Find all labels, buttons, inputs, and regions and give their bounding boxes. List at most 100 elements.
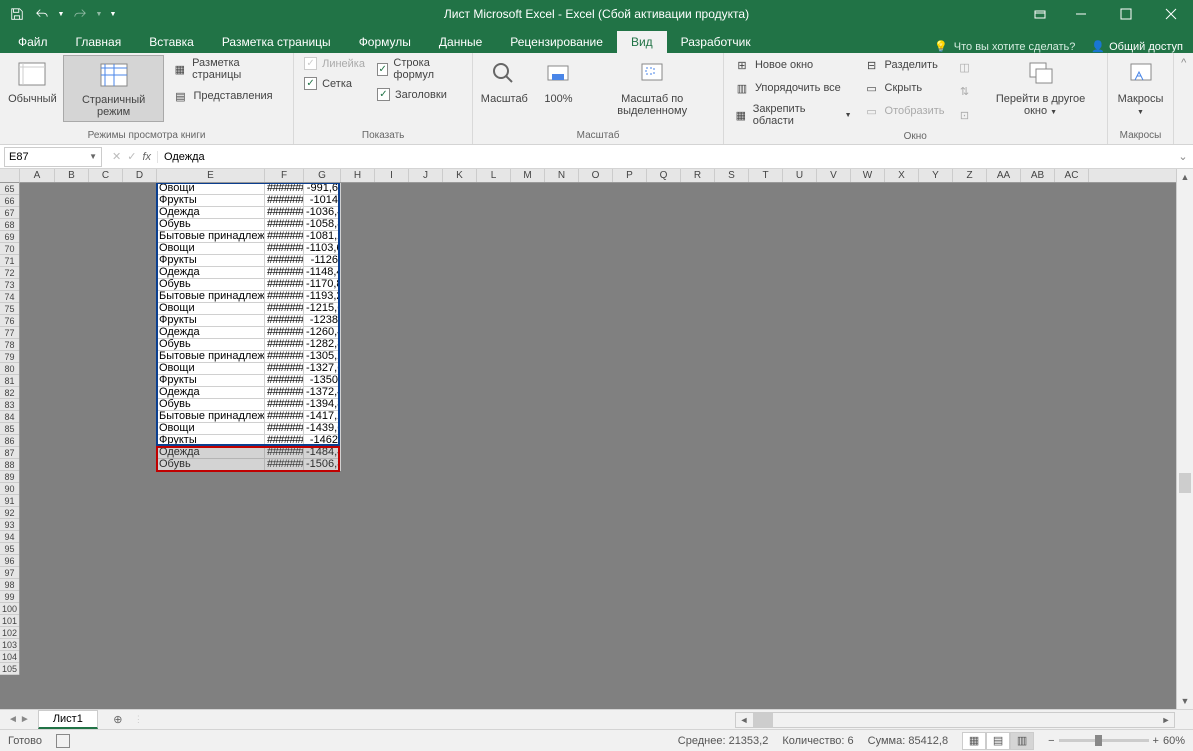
redo-dropdown-icon[interactable]: ▼ (94, 3, 104, 25)
macro-record-icon[interactable] (56, 734, 70, 748)
macros-button[interactable]: Макросы▼ (1114, 55, 1168, 122)
row-header[interactable]: 88 (0, 459, 19, 471)
column-header[interactable]: U (783, 169, 817, 182)
zoom-in-button[interactable]: + (1153, 735, 1159, 747)
row-header[interactable]: 76 (0, 315, 19, 327)
zoom-button[interactable]: Масштаб (479, 55, 529, 108)
column-header[interactable]: N (545, 169, 579, 182)
column-header[interactable]: AA (987, 169, 1021, 182)
column-header[interactable]: R (681, 169, 715, 182)
column-header[interactable]: F (265, 169, 304, 182)
tell-me-search[interactable]: 💡 Что вы хотите сделать? (934, 40, 1075, 53)
tab-insert[interactable]: Вставка (135, 31, 208, 53)
fx-icon[interactable]: fx (142, 151, 151, 163)
row-header[interactable]: 80 (0, 363, 19, 375)
row-header[interactable]: 94 (0, 531, 19, 543)
row-header[interactable]: 71 (0, 255, 19, 267)
column-header[interactable]: AC (1055, 169, 1089, 182)
split-button[interactable]: ⊟Разделить (860, 55, 949, 75)
scroll-left-icon[interactable]: ◄ (736, 715, 752, 725)
column-header[interactable]: M (511, 169, 545, 182)
normal-view-button[interactable]: Обычный (6, 55, 59, 108)
zoom-selection-button[interactable]: Масштаб по выделенному (587, 55, 716, 120)
row-header[interactable]: 90 (0, 483, 19, 495)
add-sheet-button[interactable]: ⊕ (108, 710, 128, 730)
sheet-prev-icon[interactable]: ◄ (8, 714, 18, 725)
column-header[interactable]: B (55, 169, 89, 182)
scroll-thumb[interactable] (1179, 473, 1191, 493)
undo-dropdown-icon[interactable]: ▼ (56, 3, 66, 25)
column-header[interactable]: Y (919, 169, 953, 182)
column-header[interactable]: J (409, 169, 443, 182)
page-break-shortcut[interactable]: ▥ (1010, 732, 1034, 750)
worksheet-grid[interactable]: ABCDEFGHIJKLMNOPQRSTUVWXYZAAABAC 6566676… (0, 169, 1193, 709)
row-header[interactable]: 101 (0, 615, 19, 627)
column-header[interactable]: Z (953, 169, 987, 182)
row-header[interactable]: 102 (0, 627, 19, 639)
tab-file[interactable]: Файл (4, 31, 62, 53)
row-header[interactable]: 87 (0, 447, 19, 459)
row-headers[interactable]: 6566676869707172737475767778798081828384… (0, 183, 20, 675)
zoom-100-button[interactable]: 100% (533, 55, 583, 108)
switch-windows-button[interactable]: Перейти в другое окно ▼ (981, 55, 1101, 122)
scroll-up-icon[interactable]: ▲ (1177, 169, 1193, 185)
page-layout-shortcut[interactable]: ▤ (986, 732, 1010, 750)
new-window-button[interactable]: ⊞Новое окно (730, 55, 856, 75)
row-header[interactable]: 83 (0, 399, 19, 411)
column-header[interactable]: D (123, 169, 157, 182)
row-header[interactable]: 97 (0, 567, 19, 579)
maximize-button[interactable] (1103, 0, 1148, 28)
column-header[interactable]: S (715, 169, 749, 182)
qat-customize-icon[interactable]: ▼ (107, 3, 119, 25)
scroll-right-icon[interactable]: ► (1158, 715, 1174, 725)
tab-review[interactable]: Рецензирование (496, 31, 617, 53)
column-header[interactable]: A (20, 169, 55, 182)
row-header[interactable]: 67 (0, 207, 19, 219)
tab-view[interactable]: Вид (617, 31, 667, 53)
row-header[interactable]: 75 (0, 303, 19, 315)
column-header[interactable]: E (157, 169, 265, 182)
row-header[interactable]: 92 (0, 507, 19, 519)
page-break-view-button[interactable]: Страничный режим (63, 55, 165, 122)
row-header[interactable]: 103 (0, 639, 19, 651)
freeze-panes-button[interactable]: ▦Закрепить области▼ (730, 101, 856, 129)
minimize-button[interactable] (1058, 0, 1103, 28)
tab-data[interactable]: Данные (425, 31, 496, 53)
column-header[interactable]: X (885, 169, 919, 182)
sheet-next-icon[interactable]: ► (20, 714, 30, 725)
row-header[interactable]: 104 (0, 651, 19, 663)
row-header[interactable]: 99 (0, 591, 19, 603)
share-button[interactable]: 👤 Общий доступ (1091, 40, 1183, 53)
row-header[interactable]: 85 (0, 423, 19, 435)
column-header[interactable]: Q (647, 169, 681, 182)
select-all-corner[interactable] (0, 169, 20, 183)
row-header[interactable]: 69 (0, 231, 19, 243)
column-header[interactable]: T (749, 169, 783, 182)
row-header[interactable]: 96 (0, 555, 19, 567)
name-box[interactable]: E87 ▼ (4, 147, 102, 167)
ribbon-options-icon[interactable] (1022, 0, 1058, 28)
row-header[interactable]: 86 (0, 435, 19, 447)
column-header[interactable]: I (375, 169, 409, 182)
row-header[interactable]: 84 (0, 411, 19, 423)
scroll-down-icon[interactable]: ▼ (1177, 693, 1193, 709)
gridlines-checkbox[interactable]: ✓Сетка (300, 75, 369, 92)
page-layout-button[interactable]: ▦Разметка страницы (168, 55, 287, 83)
row-header[interactable]: 95 (0, 543, 19, 555)
tab-developer[interactable]: Разработчик (667, 31, 765, 53)
collapse-ribbon-icon[interactable]: ^ (1174, 53, 1193, 69)
zoom-out-button[interactable]: − (1048, 735, 1054, 747)
row-header[interactable]: 93 (0, 519, 19, 531)
row-header[interactable]: 74 (0, 291, 19, 303)
row-header[interactable]: 82 (0, 387, 19, 399)
row-header[interactable]: 98 (0, 579, 19, 591)
tab-home[interactable]: Главная (62, 31, 136, 53)
column-header[interactable]: AB (1021, 169, 1055, 182)
redo-icon[interactable] (69, 3, 91, 25)
column-header[interactable]: K (443, 169, 477, 182)
formula-bar-checkbox[interactable]: ✓Строка формул (373, 55, 466, 83)
column-header[interactable]: C (89, 169, 123, 182)
row-header[interactable]: 105 (0, 663, 19, 675)
column-header[interactable]: O (579, 169, 613, 182)
horizontal-scrollbar[interactable]: ◄ ► (735, 712, 1175, 728)
